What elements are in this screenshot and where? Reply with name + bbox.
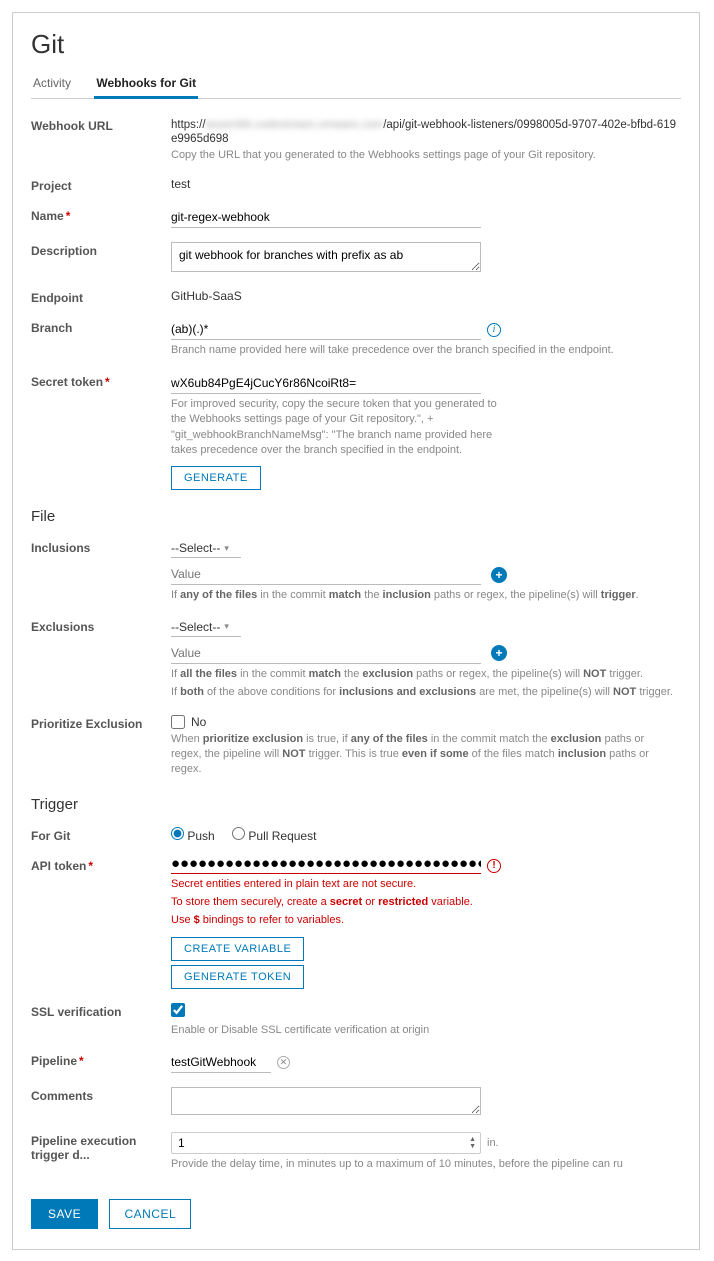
alert-icon[interactable]: ! <box>487 859 501 873</box>
hint-api-3: Use $ bindings to refer to variables. <box>171 913 681 928</box>
label-ssl-verification: SSL verification <box>31 1003 171 1019</box>
exclusions-select[interactable]: --Select--▾ <box>171 618 241 637</box>
label-project: Project <box>31 177 171 193</box>
delay-input[interactable] <box>172 1134 465 1152</box>
prioritize-exclusion-checkbox[interactable] <box>171 715 185 729</box>
page-title: Git <box>31 29 681 60</box>
radio-push-label[interactable]: Push <box>171 829 215 843</box>
delay-stepper[interactable]: ▲▼ <box>171 1132 481 1154</box>
info-icon[interactable]: i <box>487 323 501 337</box>
chevron-down-icon: ▾ <box>224 621 229 632</box>
pipeline-input[interactable] <box>171 1052 271 1073</box>
section-file: File <box>31 508 681 525</box>
radio-pr-label[interactable]: Pull Request <box>232 829 316 843</box>
generate-button[interactable]: GENERATE <box>171 466 261 490</box>
cancel-button[interactable]: CANCEL <box>109 1199 191 1229</box>
add-exclusion-button[interactable]: + <box>491 645 507 661</box>
hint-prioritize: When prioritize exclusion is true, if an… <box>171 732 671 778</box>
radio-push[interactable] <box>171 827 184 840</box>
radio-pull-request[interactable] <box>232 827 245 840</box>
hint-api-1: Secret entities entered in plain text ar… <box>171 877 681 892</box>
tabs: Activity Webhooks for Git <box>31 70 681 99</box>
branch-input[interactable] <box>171 319 481 340</box>
chevron-down-icon: ▾ <box>224 543 229 554</box>
prioritize-exclusion-no: No <box>191 715 206 729</box>
generate-token-button[interactable]: GENERATE TOKEN <box>171 965 304 989</box>
label-branch: Branch <box>31 319 171 335</box>
hint-webhook-url: Copy the URL that you generated to the W… <box>171 148 681 163</box>
description-textarea[interactable]: git webhook for branches with prefix as … <box>171 242 481 272</box>
hint-secret-token: For improved security, copy the secure t… <box>171 397 501 459</box>
inclusions-value-input[interactable] <box>171 564 481 585</box>
project-value: test <box>171 177 681 191</box>
label-pipeline: Pipeline* <box>31 1052 171 1068</box>
label-comments: Comments <box>31 1087 171 1103</box>
label-endpoint: Endpoint <box>31 289 171 305</box>
create-variable-button[interactable]: CREATE VARIABLE <box>171 937 304 961</box>
inclusions-select[interactable]: --Select--▾ <box>171 539 241 558</box>
add-inclusion-button[interactable]: + <box>491 567 507 583</box>
name-input[interactable] <box>171 207 481 228</box>
label-inclusions: Inclusions <box>31 539 171 555</box>
label-description: Description <box>31 242 171 258</box>
hint-delay: Provide the delay time, in minutes up to… <box>171 1157 681 1172</box>
webhook-url-value: https://assemblr.codestream.vmware.com/a… <box>171 119 676 145</box>
hint-branch: Branch name provided here will take prec… <box>171 343 681 358</box>
ssl-verification-checkbox[interactable] <box>171 1003 185 1017</box>
label-for-git: For Git <box>31 827 171 843</box>
hint-ssl: Enable or Disable SSL certificate verifi… <box>171 1023 681 1038</box>
label-secret-token: Secret token* <box>31 373 171 389</box>
delay-unit: in. <box>487 1137 499 1149</box>
secret-token-input[interactable] <box>171 373 481 394</box>
exclusions-value-input[interactable] <box>171 643 481 664</box>
hint-exclusions-1: If all the files in the commit match the… <box>171 667 681 682</box>
label-delay: Pipeline execution trigger d... <box>31 1132 171 1162</box>
hint-inclusions: If any of the files in the commit match … <box>171 588 681 603</box>
stepper-arrows[interactable]: ▲▼ <box>465 1136 480 1150</box>
label-prioritize-exclusion: Prioritize Exclusion <box>31 715 171 731</box>
tab-activity[interactable]: Activity <box>31 70 73 96</box>
tab-webhooks-for-git[interactable]: Webhooks for Git <box>94 70 198 99</box>
label-name: Name* <box>31 207 171 223</box>
clear-icon[interactable]: ✕ <box>277 1056 290 1069</box>
hint-exclusions-2: If both of the above conditions for incl… <box>171 685 681 700</box>
api-token-input[interactable]: ●●●●●●●●●●●●●●●●●●●●●●●●●●●●●●●●●●●●●●●●… <box>171 858 481 874</box>
save-button[interactable]: SAVE <box>31 1199 98 1229</box>
section-trigger: Trigger <box>31 796 681 813</box>
label-exclusions: Exclusions <box>31 618 171 634</box>
comments-textarea[interactable] <box>171 1087 481 1115</box>
label-webhook-url: Webhook URL <box>31 117 171 133</box>
label-api-token: API token* <box>31 857 171 873</box>
hint-api-2: To store them securely, create a secret … <box>171 895 681 910</box>
endpoint-value: GitHub-SaaS <box>171 289 681 303</box>
